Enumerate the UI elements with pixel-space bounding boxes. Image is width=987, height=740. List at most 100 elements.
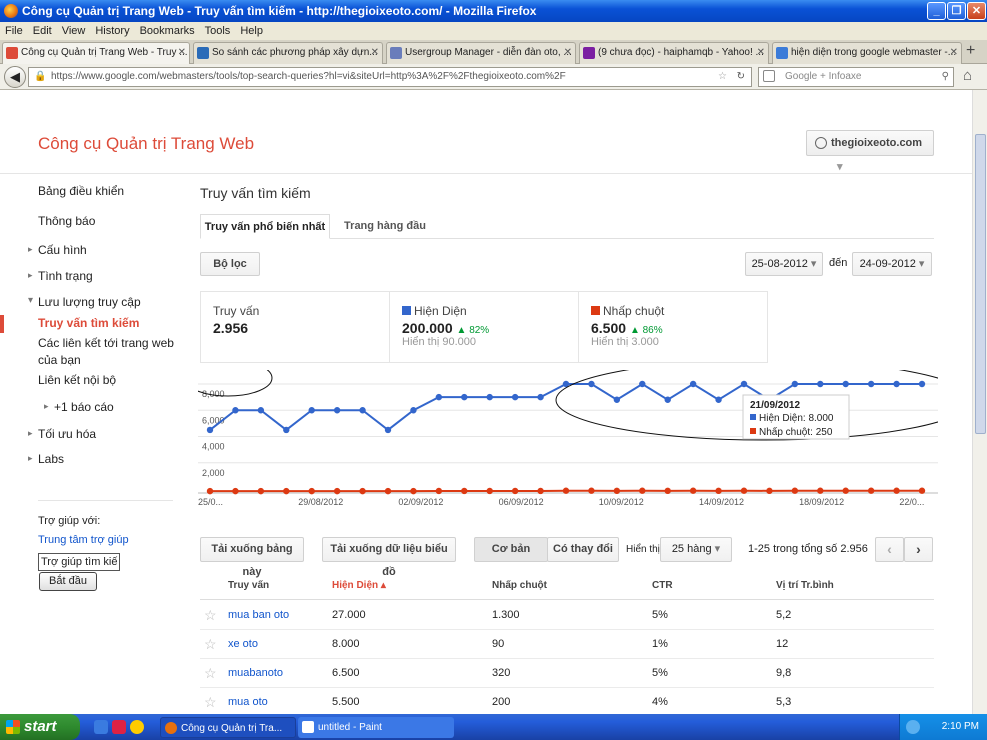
sidebar-divider	[38, 500, 173, 501]
tooltip-clicks: Nhấp chuột: 250	[759, 426, 833, 438]
maximize-button[interactable]: ❐	[947, 2, 966, 20]
home-icon[interactable]: ⌂	[963, 67, 972, 84]
vertical-scrollbar[interactable]	[972, 90, 987, 714]
back-arrow-icon[interactable]: ◀	[4, 66, 26, 88]
ie-icon[interactable]	[94, 720, 108, 734]
basic-view-button[interactable]: Cơ bản	[474, 537, 548, 562]
menu-bookmarks[interactable]: Bookmarks	[135, 22, 200, 40]
browser-tab[interactable]: hiện diện trong google webmaster -... ✕	[772, 42, 962, 64]
data-point	[613, 396, 621, 403]
search-engine-icon[interactable]	[763, 70, 775, 82]
menu-tools[interactable]: Tools	[200, 22, 236, 40]
menu-help[interactable]: Help	[235, 22, 268, 40]
menu-file[interactable]: File	[0, 22, 28, 40]
tab-label: hiện diện trong google webmaster -...	[791, 47, 957, 58]
stat-clicks[interactable]: Nhấp chuột 6.500 ▲ 86% Hiển thị 3.000	[578, 291, 768, 363]
sidebar-item-health[interactable]: Tình trạng	[28, 269, 93, 283]
browser-tab[interactable]: Công cụ Quản trị Trang Web - Truy ... ✕	[2, 42, 190, 65]
close-window-button[interactable]: ✕	[967, 2, 986, 20]
stat-impressions[interactable]: Hiện Diện 200.000 ▲ 82% Hiển thị 90.000	[389, 291, 579, 363]
sidebar-item-optimization[interactable]: Tối ưu hóa	[28, 427, 96, 441]
prev-page-button[interactable]: ‹	[875, 537, 904, 562]
rows-per-page-select[interactable]: 25 hàng ▾	[660, 537, 732, 562]
tab-top-pages[interactable]: Trang hàng đầu	[340, 214, 430, 239]
star-icon[interactable]: ☆	[204, 630, 217, 659]
site-selector[interactable]: thegioixeoto.com ▾	[806, 130, 934, 173]
next-page-button[interactable]: ›	[904, 537, 933, 562]
filter-button[interactable]: Bộ lọc	[200, 252, 260, 276]
browser-tab[interactable]: (9 chưa đọc) - haiphamqb - Yahoo! ... ✕	[579, 42, 769, 64]
search-input[interactable]: Google + Infoaxe ⚲	[758, 67, 954, 87]
browser-tab[interactable]: So sánh các phương pháp xây dựn... ✕	[193, 42, 383, 64]
data-point	[867, 487, 875, 494]
sidebar-item-links-to-site[interactable]: Các liên kết tới trang web	[38, 336, 174, 350]
taskbar-firefox[interactable]: Công cụ Quản trị Tra...	[160, 717, 296, 738]
sidebar-item-dashboard[interactable]: Bảng điều khiển	[38, 184, 124, 198]
app-title[interactable]: Công cụ Quản trị Trang Web	[38, 134, 254, 154]
changes-view-button[interactable]: Có thay đổi	[547, 537, 619, 562]
tab-close-icon[interactable]: ✕	[178, 43, 186, 63]
reload-icon[interactable]: ↻	[737, 68, 745, 86]
sidebar-item-internal-links[interactable]: Liên kết nội bộ	[38, 373, 116, 387]
tab-top-queries[interactable]: Truy vấn phổ biến nhất	[200, 214, 330, 239]
star-icon[interactable]: ☆	[204, 688, 217, 714]
network-icon[interactable]	[906, 720, 920, 734]
download-table-button[interactable]: Tải xuống bảng này	[200, 537, 304, 578]
impressions-cell: 5.500	[332, 696, 360, 708]
menu-view[interactable]: View	[57, 22, 91, 40]
impressions-cell: 27.000	[332, 609, 366, 621]
query-link[interactable]: mua oto	[228, 688, 268, 714]
sidebar-item-labs[interactable]: Labs	[28, 452, 64, 466]
browser-tab[interactable]: Usergroup Manager - diễn đàn oto, ... ✕	[386, 42, 576, 64]
date-to-select[interactable]: 24-09-2012 ▾	[852, 252, 932, 276]
query-link[interactable]: xe oto	[228, 630, 258, 659]
query-link[interactable]: mua ban oto	[228, 601, 289, 630]
url-text: https://www.google.com/webmasters/tools/…	[51, 71, 566, 82]
sidebar-item-configuration[interactable]: Cấu hình	[28, 243, 87, 257]
messenger-icon[interactable]	[130, 720, 144, 734]
help-go-button[interactable]: Bắt đầu	[39, 572, 97, 591]
data-point	[537, 393, 544, 401]
start-button[interactable]: start	[0, 714, 80, 740]
table-row: ☆ mua oto 5.500 200 4% 5,3	[200, 688, 934, 714]
search-icon[interactable]: ⚲	[942, 68, 949, 86]
menu-edit[interactable]: Edit	[28, 22, 57, 40]
query-link[interactable]: muabanoto	[228, 659, 283, 688]
help-center-link[interactable]: Trung tâm trợ giúp	[38, 534, 129, 546]
data-point	[639, 380, 646, 388]
star-icon[interactable]: ☆	[204, 659, 217, 688]
performance-chart[interactable]: 8,0006,0004,0002,00025/0... 29/08/2012 02/…	[198, 370, 938, 510]
address-bar[interactable]: 🔒 https://www.google.com/webmasters/tool…	[28, 67, 752, 87]
sidebar-item-search-queries[interactable]: Truy vấn tìm kiếm	[38, 316, 139, 330]
menu-history[interactable]: History	[90, 22, 134, 40]
col-impressions[interactable]: Hiện Diện ▴	[332, 571, 386, 600]
stat-impressions-change: 82%	[469, 325, 490, 336]
table-row: ☆ muabanoto 6.500 320 5% 9,8	[200, 659, 934, 688]
scrollbar-thumb[interactable]	[975, 134, 986, 434]
star-icon[interactable]: ☆	[718, 68, 727, 86]
col-clicks[interactable]: Nhấp chuột	[492, 571, 547, 600]
tab-close-icon[interactable]: ✕	[564, 43, 572, 63]
star-icon[interactable]: ☆	[204, 601, 217, 630]
data-point	[283, 426, 290, 434]
download-chart-data-button[interactable]: Tải xuống dữ liệu biểu đồ	[322, 537, 456, 578]
help-search-input[interactable]: Trợ giúp tìm kiế	[38, 553, 120, 571]
sidebar-item-messages[interactable]: Thông báo	[38, 214, 95, 228]
tab-close-icon[interactable]: ✕	[950, 43, 958, 63]
data-point	[639, 487, 646, 494]
new-tab-icon[interactable]: +	[966, 42, 975, 60]
minimize-button[interactable]: _	[927, 2, 946, 20]
col-avg-position[interactable]: Vị trí Tr.bình	[776, 571, 834, 600]
sidebar-item-plus1-reports[interactable]: +1 báo cáo	[44, 400, 114, 414]
app-icon[interactable]	[112, 720, 126, 734]
col-ctr[interactable]: CTR	[652, 571, 673, 600]
ctr-cell: 5%	[652, 609, 668, 621]
date-from-select[interactable]: 25-08-2012 ▾	[745, 252, 823, 276]
taskbar-paint[interactable]: untitled - Paint	[298, 717, 454, 738]
sidebar-item-links-to-site-cont[interactable]: của bạn	[38, 353, 81, 367]
tab-close-icon[interactable]: ✕	[371, 43, 379, 63]
sidebar-item-traffic[interactable]: Lưu lượng truy cập	[28, 295, 141, 309]
col-query[interactable]: Truy vấn	[228, 571, 269, 600]
stat-clicks-label: Nhấp chuột	[603, 304, 665, 318]
tab-close-icon[interactable]: ✕	[757, 43, 765, 63]
